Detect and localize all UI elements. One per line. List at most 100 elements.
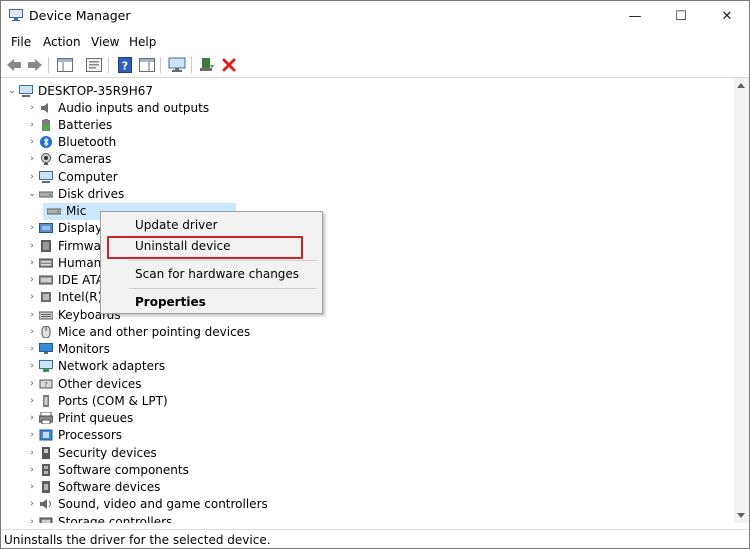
- collapsed-chevron-icon[interactable]: ›: [25, 116, 39, 133]
- tree-item-label: Cameras: [58, 152, 112, 167]
- collapsed-chevron-icon[interactable]: ›: [25, 254, 39, 271]
- tree-category[interactable]: › Batteries: [25, 116, 112, 133]
- show-hide-console-tree-button[interactable]: [56, 56, 74, 74]
- vertical-scrollbar[interactable]: [734, 78, 749, 523]
- update-driver-button[interactable]: [198, 56, 216, 74]
- tree-category[interactable]: › Human: [25, 254, 101, 271]
- tree-category[interactable]: ⌄ Disk drives: [25, 185, 124, 202]
- security-icon: [42, 446, 50, 459]
- collapsed-chevron-icon[interactable]: ›: [25, 99, 39, 116]
- maximize-icon: ☐: [675, 8, 687, 24]
- chip-icon: [41, 292, 51, 303]
- status-bar: Uninstalls the driver for the selected d…: [1, 529, 749, 548]
- back-button[interactable]: [5, 56, 23, 74]
- minimize-button[interactable]: —: [612, 1, 658, 31]
- tree-category[interactable]: › Cameras: [25, 151, 111, 168]
- collapsed-chevron-icon[interactable]: ›: [25, 410, 39, 427]
- collapsed-chevron-icon[interactable]: ›: [25, 358, 39, 375]
- collapsed-chevron-icon[interactable]: ›: [25, 461, 39, 478]
- tree-item-label: Software devices: [58, 480, 161, 494]
- tree-item-label: Sound, video and game controllers: [58, 497, 268, 512]
- tree-item-label: Mice and other pointing devices: [58, 324, 251, 339]
- tree-item-label: Storage controllers: [58, 514, 173, 524]
- scan-hardware-button[interactable]: [168, 56, 186, 74]
- ctx-uninstall-device[interactable]: Uninstall device: [135, 239, 231, 253]
- uninstall-button[interactable]: [220, 56, 238, 74]
- tree-category[interactable]: › Bluetooth: [25, 134, 116, 151]
- tree-item-label: Other devices: [58, 376, 142, 391]
- menu-action[interactable]: Action: [43, 35, 81, 49]
- scroll-up-arrow-icon[interactable]: [737, 83, 745, 88]
- menu-file[interactable]: File: [11, 35, 31, 49]
- help-icon: ?: [118, 57, 132, 73]
- maximize-button[interactable]: ☐: [658, 1, 704, 31]
- collapsed-chevron-icon[interactable]: ›: [25, 306, 39, 323]
- tree-root[interactable]: ⌄ DESKTOP-35R9H67: [5, 82, 153, 99]
- toolbar-separator: [160, 57, 161, 73]
- collapsed-chevron-icon[interactable]: ›: [25, 237, 39, 254]
- menu-view[interactable]: View: [91, 35, 119, 49]
- tree-category[interactable]: › Storage controllers: [25, 513, 172, 523]
- collapsed-chevron-icon[interactable]: ›: [25, 341, 39, 358]
- scroll-down-arrow-icon[interactable]: [737, 513, 745, 518]
- tree-category[interactable]: › Intel(R): [25, 289, 102, 306]
- computer-icon: [19, 84, 33, 97]
- tree-category[interactable]: › Network adapters: [25, 358, 165, 375]
- expanded-chevron-icon[interactable]: ⌄: [25, 185, 39, 202]
- ctx-scan-hardware[interactable]: Scan for hardware changes: [135, 267, 299, 281]
- collapsed-chevron-icon[interactable]: ›: [25, 323, 39, 340]
- ctx-properties[interactable]: Properties: [135, 295, 206, 309]
- collapsed-chevron-icon[interactable]: ›: [25, 427, 39, 444]
- action-pane-button[interactable]: [138, 56, 156, 74]
- mouse-icon: [41, 325, 51, 338]
- tree-category[interactable]: › Ports (COM & LPT): [25, 392, 167, 409]
- forward-button[interactable]: [26, 56, 44, 74]
- battery-icon: [42, 118, 50, 131]
- tree-item-label: Software components: [58, 462, 189, 477]
- collapsed-chevron-icon[interactable]: ›: [25, 151, 39, 168]
- collapsed-chevron-icon[interactable]: ›: [25, 134, 39, 151]
- collapsed-chevron-icon[interactable]: ›: [25, 272, 39, 289]
- tree-category[interactable]: › Software components: [25, 461, 189, 478]
- help-button[interactable]: ?: [116, 56, 134, 74]
- tree-category[interactable]: › Display: [25, 220, 102, 237]
- software-device-icon: [42, 481, 50, 493]
- collapsed-chevron-icon[interactable]: ›: [25, 444, 39, 461]
- storage-icon: [39, 517, 53, 523]
- collapsed-chevron-icon[interactable]: ›: [25, 513, 39, 524]
- tree-category[interactable]: › Software devices: [25, 479, 160, 496]
- status-text: Uninstalls the driver for the selected d…: [4, 533, 271, 547]
- tree-category[interactable]: › Computer: [25, 168, 117, 185]
- collapsed-chevron-icon[interactable]: ›: [25, 496, 39, 513]
- tree-category[interactable]: › Sound, video and game controllers: [25, 496, 268, 513]
- menu-help[interactable]: Help: [129, 35, 156, 49]
- collapsed-chevron-icon[interactable]: ›: [25, 392, 39, 409]
- tree-category[interactable]: › Print queues: [25, 410, 133, 427]
- speaker-icon: [41, 102, 48, 113]
- tree-item-label: Batteries: [58, 117, 113, 132]
- tree-category[interactable]: › Processors: [25, 427, 122, 444]
- tree-category[interactable]: › Firmwa: [25, 237, 101, 254]
- tree-category[interactable]: › IDE ATA: [25, 272, 104, 289]
- tree-category[interactable]: › Mice and other pointing devices: [25, 323, 250, 340]
- expanded-chevron-icon[interactable]: ⌄: [5, 82, 19, 99]
- collapsed-chevron-icon[interactable]: ›: [25, 289, 39, 306]
- other-devices-icon: ?: [39, 379, 53, 389]
- tree-category[interactable]: ›? Other devices: [25, 375, 142, 392]
- computer-icon: [39, 170, 53, 183]
- tree-category[interactable]: › Security devices: [25, 444, 157, 461]
- bluetooth-icon: [40, 136, 52, 148]
- toolbar-separator: [48, 57, 49, 73]
- keyboard-hid-icon: [39, 258, 53, 268]
- collapsed-chevron-icon[interactable]: ›: [25, 168, 39, 185]
- ctx-update-driver[interactable]: Update driver: [135, 218, 218, 232]
- collapsed-chevron-icon[interactable]: ›: [25, 375, 39, 392]
- forward-arrow-icon: [28, 59, 42, 71]
- tree-item-label: Monitors: [58, 342, 110, 356]
- tree-category[interactable]: › Audio inputs and outputs: [25, 99, 209, 116]
- close-button[interactable]: ✕: [704, 1, 749, 31]
- tree-category[interactable]: › Monitors: [25, 341, 110, 358]
- collapsed-chevron-icon[interactable]: ›: [25, 220, 39, 237]
- collapsed-chevron-icon[interactable]: ›: [25, 479, 39, 496]
- properties-button[interactable]: [85, 56, 103, 74]
